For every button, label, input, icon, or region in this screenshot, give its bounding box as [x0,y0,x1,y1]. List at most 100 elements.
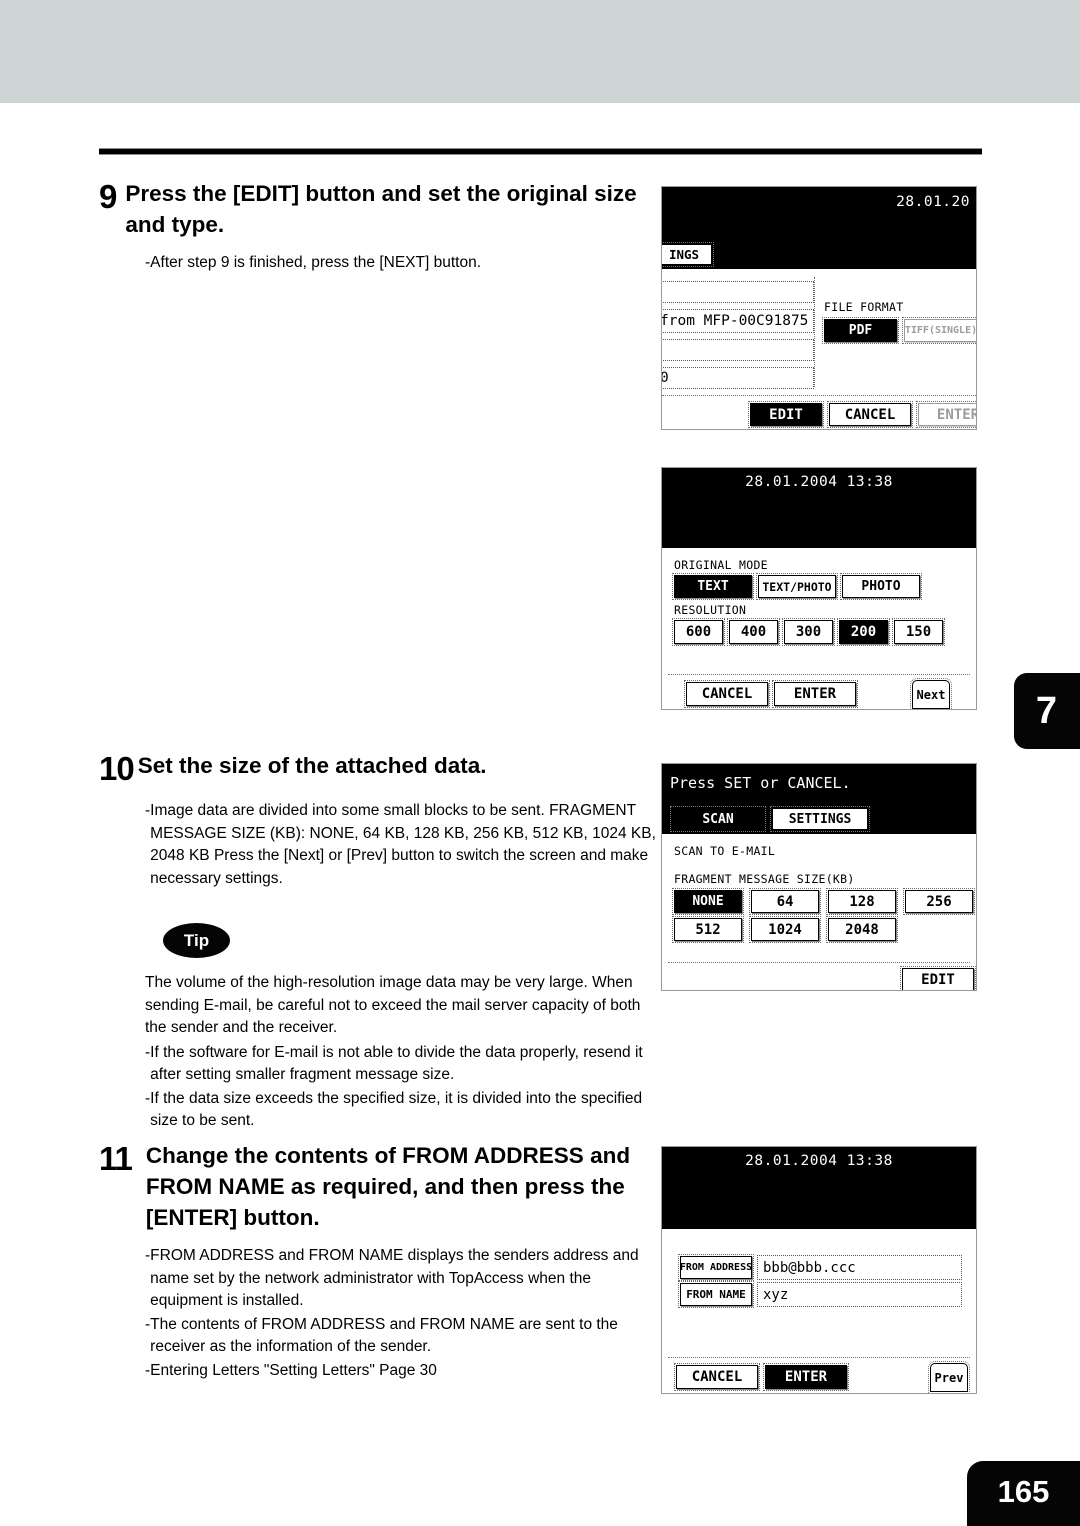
lcd1-body: from MFP-00C91875 0 FILE FORMAT PDF TIFF… [662,269,976,429]
bullet-dash: - [145,1247,151,1264]
list-item: - FROM ADDRESS and FROM NAME displays th… [99,1245,659,1313]
step-10-heading: 10 Set the size of the attached data. [99,750,659,788]
header-rule [99,148,982,155]
lcd-panel-from-address: 28.01.2004 13:38 FROM ADDRESS bbb@bbb.cc… [661,1146,977,1394]
lcd1-format-pdf-button[interactable]: PDF [822,317,899,344]
lcd1-settings-tab[interactable]: INGS [662,242,714,267]
bullet-text: FROM ADDRESS and FROM NAME displays the … [150,1247,639,1309]
lcd4-from-address-button[interactable]: FROM ADDRESS [678,1254,754,1281]
lcd3-size-1024-button[interactable]: 1024 [749,916,821,943]
lcd1-edit-button[interactable]: EDIT [748,401,824,428]
bullet-dash: - [145,802,151,819]
list-item: - Entering Letters "Setting Letters" Pag… [99,1360,659,1383]
lcd1-field-1[interactable] [662,281,814,303]
step-9-title: Press the [EDIT] button and set the orig… [125,181,637,237]
list-item: - If the software for E-mail is not able… [99,1042,659,1087]
lcd3-size-512-button[interactable]: 512 [672,916,744,943]
list-item: - If the data size exceeds the specified… [99,1088,659,1133]
lcd3-bottom-divider [668,962,970,963]
lcd1-field-subject[interactable]: from MFP-00C91875 [662,309,814,333]
lcd1-status-area: 28.01.20 INGS [662,187,976,269]
lcd1-settings-tab-label[interactable]: INGS [662,242,714,267]
lcd1-format-tiff-button[interactable]: TIFF(SINGLE) [902,317,976,344]
lcd2-photo-button[interactable]: PHOTO [840,573,922,600]
step-10-number: 10 [99,750,135,787]
step-11-heading: 11 Change the contents of FROM ADDRESS a… [99,1140,659,1233]
lcd4-from-address-field[interactable]: bbb@bbb.ccc [757,1255,962,1280]
step-11-bullets: - FROM ADDRESS and FROM NAME displays th… [99,1245,659,1382]
step-10: 10 Set the size of the attached data. - … [99,750,659,891]
step-11-title: Change the contents of FROM ADDRESS and … [145,1143,631,1230]
bullet-dash: - [145,1089,151,1107]
lcd2-enter-button[interactable]: ENTER [772,680,858,708]
lcd-panel-fragment-size: Press SET or CANCEL. SCAN SETTINGS SCAN … [661,763,977,991]
lcd2-body: ORIGINAL MODE TEXT TEXT/PHOTO PHOTO RESO… [662,548,976,709]
lcd4-clock: 28.01.2004 13:38 [745,1153,893,1169]
list-item: - After step 9 is finished, press the [N… [99,252,659,275]
lcd3-prompt: Press SET or CANCEL. [670,774,851,792]
lcd2-text-photo-button[interactable]: TEXT/PHOTO [756,573,838,600]
bullet-dash: - [145,254,151,271]
lcd2-next-button[interactable]: Next [910,678,952,709]
bullet-dash: - [145,1361,151,1379]
lcd1-cancel-button[interactable]: CANCEL [827,401,913,428]
step-11: 11 Change the contents of FROM ADDRESS a… [99,1140,659,1383]
lcd4-enter-button[interactable]: ENTER [763,1363,849,1391]
list-item: - The contents of FROM ADDRESS and FROM … [99,1314,659,1359]
bullet-dash: - [145,1315,151,1333]
lcd1-field-4[interactable]: 0 [662,367,814,389]
bullet-text: The contents of FROM ADDRESS and FROM NA… [150,1315,618,1356]
lcd1-vertical-divider [814,277,815,387]
lcd3-fragment-label: FRAGMENT MESSAGE SIZE(KB) [674,872,855,886]
lcd2-res-600-button[interactable]: 600 [672,618,725,646]
bullet-text: After step 9 is finished, press the [NEX… [150,254,481,271]
lcd2-res-200-button[interactable]: 200 [837,618,890,646]
lcd4-prev-button[interactable]: Prev [928,1361,970,1393]
chapter-tab: 7 [1014,673,1080,749]
lcd4-from-name-field[interactable]: xyz [757,1282,962,1307]
lcd2-clock: 28.01.2004 13:38 [745,474,893,490]
lcd2-bottom-divider [668,674,970,675]
step-11-number: 11 [99,1140,133,1177]
lcd3-size-2048-button[interactable]: 2048 [826,916,898,943]
lcd4-body: FROM ADDRESS bbb@bbb.ccc FROM NAME xyz C… [662,1229,976,1393]
lcd2-res-150-button[interactable]: 150 [892,618,945,646]
header-band [0,0,1080,103]
lcd2-text-button[interactable]: TEXT [672,573,754,600]
tip-block: Tip The volume of the high-resolution im… [99,923,659,1134]
list-item: - Image data are divided into some small… [99,800,659,890]
lcd4-bottom-divider [668,1357,970,1358]
lcd2-cancel-button[interactable]: CANCEL [684,680,770,708]
bullet-text-with-icon: Entering Letters "Setting Letters" Page … [150,1360,659,1383]
lcd3-mode-label: SCAN TO E-MAIL [674,844,776,858]
lcd3-size-none-button[interactable]: NONE [672,888,744,915]
bullet-text: If the software for E-mail is not able t… [150,1043,643,1084]
lcd3-size-256-button[interactable]: 256 [903,888,975,915]
lcd3-size-128-button[interactable]: 128 [826,888,898,915]
tip-badge: Tip [163,923,230,958]
bullet-dash: - [145,1043,151,1061]
lcd1-enter-button[interactable]: ENTER [916,401,976,428]
lcd3-status-area: Press SET or CANCEL. SCAN SETTINGS [662,764,976,834]
lcd4-from-name-button[interactable]: FROM NAME [678,1281,754,1308]
lcd-panel-scan-settings: 28.01.20 INGS from MFP-00C91875 0 FILE F… [661,186,977,430]
lcd2-resolution-label: RESOLUTION [674,603,747,617]
lcd4-cancel-button[interactable]: CANCEL [674,1363,760,1391]
step-10-bullets: - Image data are divided into some small… [99,800,659,890]
bullet-text: If the data size exceeds the specified s… [150,1089,643,1130]
lcd1-field-3[interactable] [662,339,814,361]
lcd2-res-300-button[interactable]: 300 [782,618,835,646]
page-number-badge: 165 [967,1461,1080,1526]
lcd3-tab-scan[interactable]: SCAN [670,806,766,832]
tip-paragraph: The volume of the high-resolution image … [145,974,641,1036]
lcd1-clock: 28.01.20 [896,194,970,210]
lcd3-body: SCAN TO E-MAIL FRAGMENT MESSAGE SIZE(KB)… [662,834,976,990]
lcd3-size-64-button[interactable]: 64 [749,888,821,915]
step-9-heading: 9 Press the [EDIT] button and set the or… [99,178,659,240]
lcd1-file-format-label: FILE FORMAT [824,300,904,314]
lcd-panel-original-resolution: 28.01.2004 13:38 ORIGINAL MODE TEXT TEXT… [661,467,977,710]
lcd3-edit-button[interactable]: EDIT [900,966,976,990]
lcd2-res-400-button[interactable]: 400 [727,618,780,646]
lcd3-tab-settings[interactable]: SETTINGS [770,806,870,832]
step-9-bullets: - After step 9 is finished, press the [N… [99,252,659,275]
